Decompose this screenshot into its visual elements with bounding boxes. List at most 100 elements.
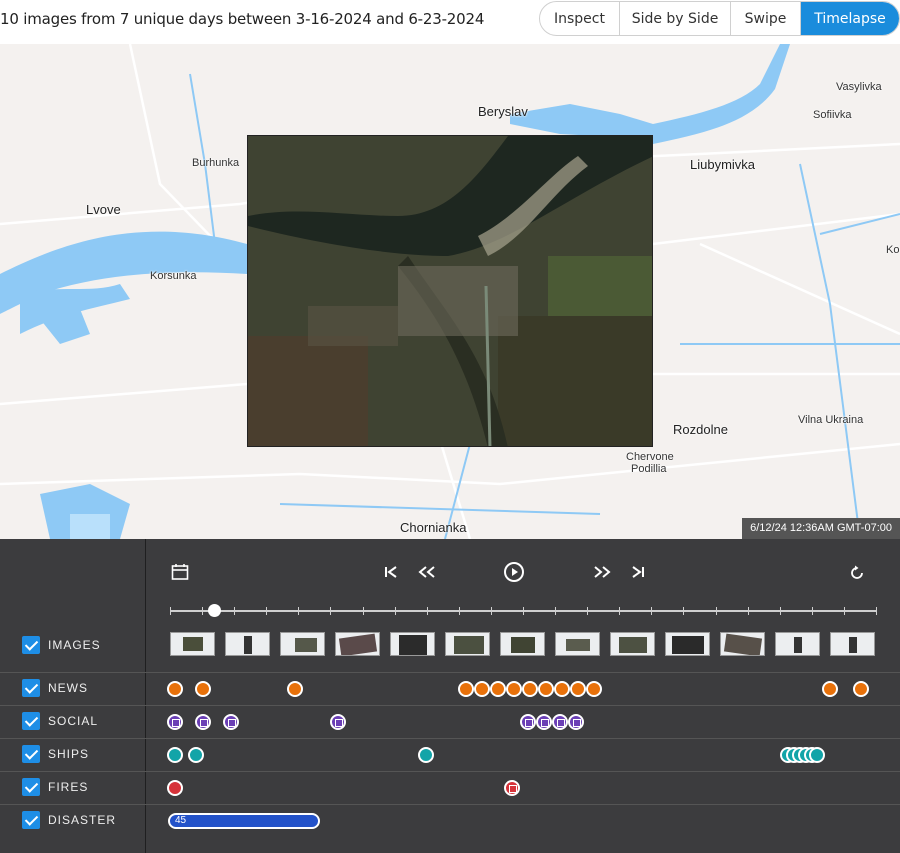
image-thumbnail[interactable] [720,632,765,656]
image-thumbnail[interactable] [225,632,270,656]
row-separator [0,771,900,772]
news-event-marker[interactable] [554,681,570,697]
calendar-icon[interactable] [170,562,190,582]
toggle-social[interactable]: SOCIAL [22,712,98,730]
image-thumbnail[interactable] [830,632,875,656]
mode-swipe-button[interactable]: Swipe [731,2,801,35]
panel-divider [145,539,146,853]
place-label: Sofiivka [813,109,852,121]
slider-tick [523,607,524,615]
place-label: Vasylivka [836,81,882,93]
category-label: SHIPS [48,747,90,761]
category-label: IMAGES [48,638,101,652]
news-event-marker[interactable] [538,681,554,697]
mode-timelapse-button[interactable]: Timelapse [801,2,899,35]
fire-event-marker[interactable] [167,780,183,796]
toggle-news[interactable]: NEWS [22,679,88,697]
image-thumbnail[interactable] [390,632,435,656]
checkbox-icon[interactable] [22,712,40,730]
loop-icon[interactable] [847,563,867,583]
news-event-marker[interactable] [458,681,474,697]
social-event-marker[interactable] [568,714,584,730]
mode-inspect-button[interactable]: Inspect [540,2,620,35]
slider-tick [202,607,203,615]
ship-event-marker[interactable] [188,747,204,763]
news-event-marker[interactable] [853,681,869,697]
play-icon[interactable] [503,561,525,583]
news-event-marker[interactable] [522,681,538,697]
slider-tick [748,607,749,615]
image-thumbnail[interactable] [500,632,545,656]
news-event-marker[interactable] [474,681,490,697]
mode-side-by-side-button[interactable]: Side by Side [620,2,731,35]
slider-tick [876,607,877,615]
satellite-image-overlay[interactable] [247,135,653,447]
image-thumbnail[interactable] [170,632,215,656]
row-separator [0,804,900,805]
slider-tick [683,607,684,615]
place-label: Chervone [626,451,674,463]
place-label: Podillia [631,463,667,475]
toggle-ships[interactable]: SHIPS [22,745,89,763]
slider-tick [651,607,652,615]
image-timestamp: 6/12/24 12:36AM GMT-07:00 [742,518,900,539]
image-summary: 10 images from 7 unique days between 3-1… [0,10,485,28]
toggle-disaster[interactable]: DISASTER [22,811,116,829]
social-event-marker[interactable] [552,714,568,730]
social-event-marker[interactable] [330,714,346,730]
place-label: Chornianka [400,520,467,535]
disaster-event-bar[interactable]: 45 [168,813,320,829]
category-label: DISASTER [48,813,117,827]
checkbox-icon[interactable] [22,778,40,796]
image-thumbnail[interactable] [445,632,490,656]
news-event-marker[interactable] [822,681,838,697]
image-thumbnail[interactable] [775,632,820,656]
social-event-marker[interactable] [223,714,239,730]
toggle-images[interactable]: IMAGES [22,636,101,654]
skip-start-icon[interactable] [382,563,400,581]
ship-event-marker[interactable] [809,747,825,763]
toggle-fires[interactable]: FIRES [22,778,88,796]
row-separator [0,705,900,706]
social-event-marker[interactable] [195,714,211,730]
skip-end-icon[interactable] [629,563,647,581]
checkbox-icon[interactable] [22,636,40,654]
slider-tick [780,607,781,615]
slider-tick [491,607,492,615]
fast-forward-icon[interactable] [591,563,613,581]
news-event-marker[interactable] [167,681,183,697]
news-event-marker[interactable] [506,681,522,697]
image-thumbnail[interactable] [665,632,710,656]
social-event-marker[interactable] [167,714,183,730]
timeline-slider-handle[interactable] [208,604,221,617]
category-label: SOCIAL [48,714,99,728]
social-event-marker[interactable] [520,714,536,730]
news-event-marker[interactable] [287,681,303,697]
fire-event-marker[interactable] [504,780,520,796]
news-event-marker[interactable] [586,681,602,697]
news-event-marker[interactable] [490,681,506,697]
slider-tick [363,607,364,615]
place-label: Ko [886,244,900,256]
rewind-icon[interactable] [416,563,438,581]
news-event-marker[interactable] [570,681,586,697]
checkbox-icon[interactable] [22,811,40,829]
slider-tick [234,607,235,615]
image-thumbnail[interactable] [610,632,655,656]
place-label: Rozdolne [673,422,728,437]
social-event-marker[interactable] [536,714,552,730]
image-thumbnail[interactable] [335,632,380,656]
ship-event-marker[interactable] [418,747,434,763]
news-event-marker[interactable] [195,681,211,697]
map-view[interactable]: Beryslav Vasylivka Sofiivka Burhunka Liu… [0,44,900,539]
ship-event-marker[interactable] [167,747,183,763]
checkbox-icon[interactable] [22,745,40,763]
image-thumbnail[interactable] [280,632,325,656]
timeline-slider[interactable] [170,604,877,617]
checkbox-icon[interactable] [22,679,40,697]
place-label: Vilna Ukraina [798,414,864,426]
image-thumbnail[interactable] [555,632,600,656]
slider-tick [459,607,460,615]
slider-tick [555,607,556,615]
slider-tick [427,607,428,615]
